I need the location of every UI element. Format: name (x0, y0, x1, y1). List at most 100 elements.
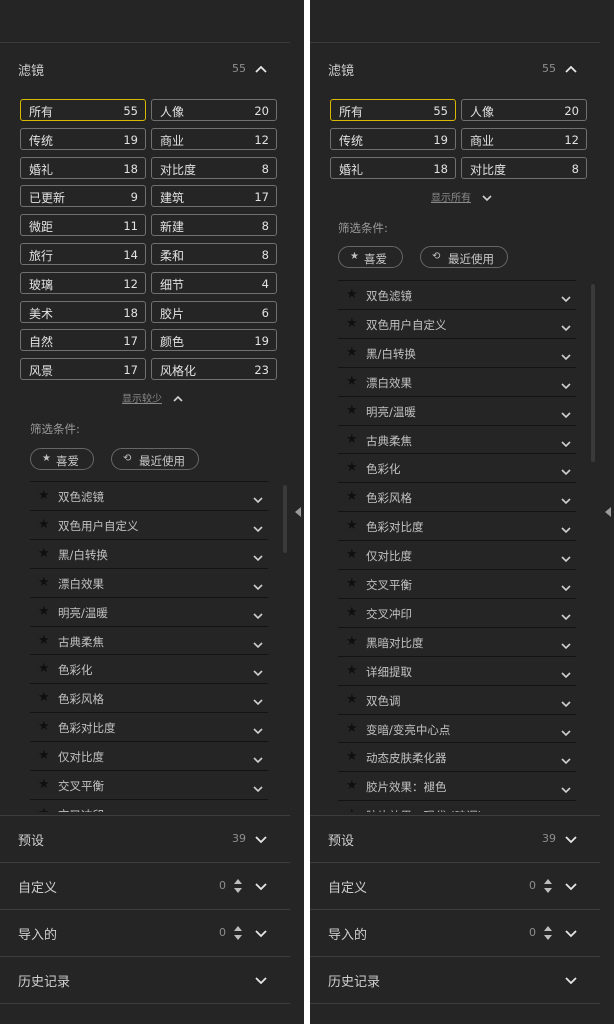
category-chip[interactable]: 微距 11 (20, 214, 146, 237)
chevron-down-icon[interactable] (560, 377, 572, 389)
chevron-down-icon[interactable] (564, 926, 578, 940)
star-icon[interactable]: ★ (38, 719, 50, 734)
category-chip[interactable]: 玻璃 12 (20, 271, 146, 294)
chevron-down-icon[interactable] (254, 973, 268, 987)
sort-updown-icon[interactable] (543, 925, 553, 941)
list-item[interactable]: ★ 色彩对比度 (338, 511, 576, 540)
list-item[interactable]: ★ 详细提取 (338, 655, 576, 685)
chevron-down-icon[interactable] (560, 435, 572, 447)
category-chip[interactable]: 柔和 8 (151, 243, 277, 265)
filters-section-header[interactable]: 滤镜 55 (328, 60, 582, 80)
category-chip[interactable]: 对比度 8 (151, 156, 277, 179)
chevron-down-icon[interactable] (560, 666, 572, 678)
list-item[interactable]: ★ 双色调 (338, 684, 576, 714)
chevron-down-icon[interactable] (564, 879, 578, 893)
list-item[interactable]: ★ 古典柔焦 (338, 424, 576, 454)
chevron-down-icon[interactable] (252, 664, 264, 677)
star-icon[interactable]: ★ (346, 547, 358, 562)
category-chip[interactable]: 人像 20 (151, 99, 277, 121)
star-icon[interactable]: ★ (38, 546, 50, 561)
list-item[interactable]: ★ 变暗/变亮中心点 (338, 713, 576, 743)
chevron-down-icon[interactable] (252, 722, 264, 735)
star-icon[interactable]: ★ (38, 806, 50, 812)
chevron-up-icon[interactable] (172, 390, 184, 402)
star-icon[interactable]: ★ (38, 777, 50, 792)
star-icon[interactable]: ★ (346, 403, 358, 418)
list-item[interactable]: ★ 黑/白转换 (338, 337, 576, 367)
star-icon[interactable]: ★ (346, 749, 358, 764)
chevron-down-icon[interactable] (560, 637, 572, 649)
list-item[interactable]: ★ 双色用户自定义 (338, 308, 576, 338)
list-item[interactable]: ★ 仅对比度 (30, 741, 268, 770)
star-icon[interactable]: ★ (346, 692, 358, 707)
category-chip[interactable]: 建筑 17 (151, 185, 277, 208)
chevron-down-icon[interactable] (560, 724, 572, 736)
list-item[interactable]: ★ 双色滤镜 (338, 280, 576, 309)
chevron-down-icon[interactable] (252, 636, 264, 648)
list-item[interactable]: ★ 交叉平衡 (30, 770, 268, 799)
custom-section-header[interactable]: 自定义 0 (18, 877, 272, 897)
list-item[interactable]: ★ 交叉冲印 (338, 597, 576, 627)
category-chip[interactable]: 胶片 6 (151, 300, 277, 323)
star-icon[interactable]: ★ (346, 634, 358, 649)
list-item[interactable]: ★ 双色用户自定义 (30, 509, 268, 539)
sort-updown-icon[interactable] (233, 878, 243, 894)
sort-updown-icon[interactable] (543, 878, 553, 894)
chevron-down-icon[interactable] (560, 521, 572, 534)
category-chip[interactable]: 细节 4 (151, 271, 277, 294)
chevron-down-icon[interactable] (254, 926, 268, 940)
chevron-down-icon[interactable] (560, 290, 572, 303)
category-chip[interactable]: 传统 19 (330, 127, 456, 150)
chevron-down-icon[interactable] (560, 348, 572, 360)
chevron-down-icon[interactable] (254, 879, 268, 893)
star-icon[interactable]: ★ (346, 460, 358, 475)
star-icon[interactable]: ★ (38, 690, 50, 705)
sort-updown-icon[interactable] (233, 925, 243, 941)
category-chip[interactable]: 美术 18 (20, 300, 146, 323)
show-all-link[interactable]: 显示所有 (431, 189, 471, 204)
chevron-down-icon[interactable] (481, 189, 493, 202)
chevron-down-icon[interactable] (252, 693, 264, 706)
category-chip[interactable]: 自然 17 (20, 329, 146, 352)
chevron-down-icon[interactable] (252, 607, 264, 619)
category-chip[interactable]: 已更新 9 (20, 185, 146, 208)
list-item[interactable]: ★ 古典柔焦 (30, 625, 268, 655)
category-chip[interactable]: 人像 20 (461, 99, 587, 121)
list-item[interactable]: ★ 黑暗对比度 (338, 626, 576, 656)
chevron-down-icon[interactable] (560, 608, 572, 621)
star-icon[interactable]: ★ (38, 604, 50, 619)
star-icon[interactable]: ★ (346, 605, 358, 620)
list-item[interactable]: ★ 色彩化 (338, 453, 576, 482)
category-chip[interactable]: 婚礼 18 (330, 156, 456, 179)
category-chip[interactable]: 对比度 8 (461, 156, 587, 179)
imported-section-header[interactable]: 导入的 0 (328, 924, 582, 944)
category-chip[interactable]: 风格化 23 (151, 358, 277, 381)
star-icon[interactable]: ★ (346, 374, 358, 389)
filter-list-scrollbar[interactable] (591, 284, 595, 462)
custom-section-header[interactable]: 自定义 0 (328, 877, 582, 897)
list-item[interactable]: ★ 色彩对比度 (30, 712, 268, 741)
list-item[interactable]: ★ 漂白效果 (338, 366, 576, 396)
presets-section-header[interactable]: 预设 39 (328, 830, 582, 850)
list-item[interactable]: ★ 色彩风格 (30, 683, 268, 712)
list-item[interactable]: ★ 胶片效果：褪色 (338, 771, 576, 800)
star-icon[interactable]: ★ (346, 316, 358, 331)
category-chip[interactable]: 所有 55 (20, 99, 146, 121)
list-item[interactable]: ★ 双色滤镜 (30, 481, 268, 510)
imported-section-header[interactable]: 导入的 0 (18, 924, 272, 944)
list-item[interactable]: ★ 仅对比度 (338, 540, 576, 569)
list-item[interactable]: ★ 交叉平衡 (338, 569, 576, 598)
star-icon[interactable]: ★ (346, 518, 358, 533)
star-icon[interactable]: ★ (38, 748, 50, 763)
list-item[interactable]: ★ 漂白效果 (30, 567, 268, 597)
collapse-panel-icon[interactable] (604, 504, 612, 518)
chevron-down-icon[interactable] (560, 319, 572, 332)
chevron-down-icon[interactable] (560, 463, 572, 476)
chevron-down-icon[interactable] (564, 973, 578, 987)
recent-filter-pill[interactable]: ⟲ 最近使用 (420, 246, 508, 268)
category-chip[interactable]: 婚礼 18 (20, 156, 146, 179)
list-item[interactable]: ★ 动态皮肤柔化器 (338, 742, 576, 771)
chevron-down-icon[interactable] (564, 832, 578, 846)
chevron-up-icon[interactable] (564, 62, 578, 76)
show-less-link[interactable]: 显示较少 (122, 390, 162, 405)
